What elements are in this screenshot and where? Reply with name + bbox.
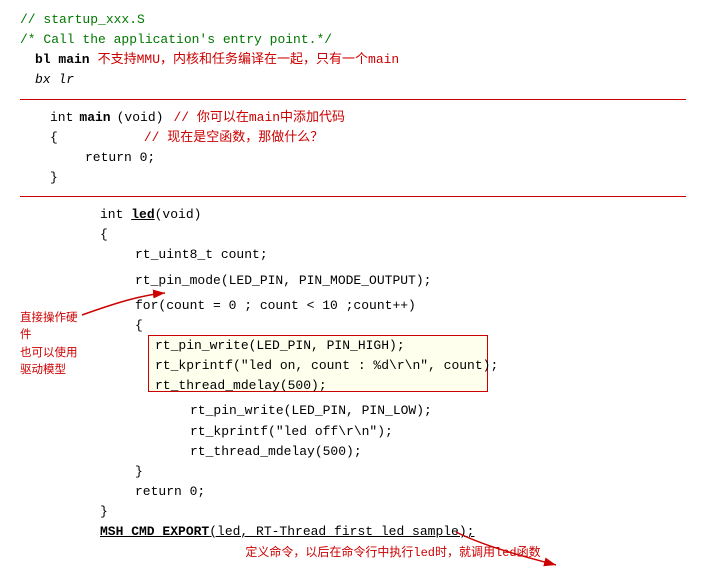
bl-main-code: bl main bbox=[35, 50, 90, 70]
rt-pin-write-low-line: rt_pin_write(LED_PIN, PIN_LOW); bbox=[190, 401, 686, 421]
bl-main-comment: 不支持MMU，内核和任务编译在一起，只有一个main bbox=[98, 50, 400, 70]
main-comment2: // 现在是空函数，那做什么？ bbox=[144, 128, 323, 148]
led-params: (void) bbox=[155, 207, 202, 222]
led-int: int bbox=[100, 207, 131, 222]
rt-thread-delay2-line: rt_thread_mdelay(500); bbox=[190, 442, 686, 462]
led-name: led bbox=[131, 207, 154, 222]
led-brace-open: { bbox=[100, 225, 686, 245]
annotation-bottom: 定义命令，以后在命令行中执行led时，就调用led函数 bbox=[100, 544, 686, 563]
main-int: int bbox=[50, 108, 73, 128]
bl-main-line: bl main 不支持MMU，内核和任务编译在一起，只有一个main bbox=[20, 50, 686, 70]
main-return: return 0; bbox=[20, 148, 686, 168]
rt-uint8-line: rt_uint8_t count; bbox=[100, 245, 686, 265]
for-brace-open: { bbox=[100, 316, 686, 336]
divider-1 bbox=[20, 99, 686, 100]
bx-lr-line: bx lr bbox=[20, 70, 686, 90]
msh-export-line: MSH_CMD_EXPORT(led, RT-Thread first led … bbox=[100, 522, 686, 542]
rt-pin-mode-line: rt_pin_mode(LED_PIN, PIN_MODE_OUTPUT); bbox=[100, 271, 686, 291]
led-brace-close: } bbox=[100, 502, 686, 522]
rt-pin-write-high-line: rt_pin_write(LED_PIN, PIN_HIGH); bbox=[155, 336, 686, 356]
msh-export-keyword: MSH_CMD_EXPORT bbox=[100, 524, 209, 539]
comment-startup: // startup_xxx.S bbox=[20, 10, 686, 30]
rt-kprintf-off-line: rt_kprintf("led off\r\n"); bbox=[190, 422, 686, 442]
for-line: for(count = 0 ; count < 10 ;count++) bbox=[100, 296, 686, 316]
rt-thread-delay1-line: rt_thread_mdelay(500); bbox=[155, 376, 686, 396]
rt-kprintf-on-line: rt_kprintf("led on, count : %d\r\n", cou… bbox=[155, 356, 686, 376]
main-signature-line: int main (void) // 你可以在main中添加代码 bbox=[20, 108, 686, 128]
annotation-left: 直接操作硬件 也可以使用驱动模型 bbox=[20, 310, 80, 379]
main-brace-close: } bbox=[20, 168, 686, 188]
main-comment1: // 你可以在main中添加代码 bbox=[173, 108, 345, 128]
main-keyword: main bbox=[79, 108, 110, 128]
for-brace-close: } bbox=[100, 462, 686, 482]
main-params: (void) bbox=[117, 108, 164, 128]
led-return: return 0; bbox=[100, 482, 686, 502]
main-brace-open: { // 现在是空函数，那做什么？ bbox=[20, 128, 686, 148]
divider-2 bbox=[20, 196, 686, 197]
comment-entry: /* Call the application's entry point.*/ bbox=[20, 30, 686, 50]
led-signature-line: int led(void) bbox=[100, 205, 686, 225]
msh-export-args: (led, RT-Thread first led sample); bbox=[209, 524, 474, 539]
